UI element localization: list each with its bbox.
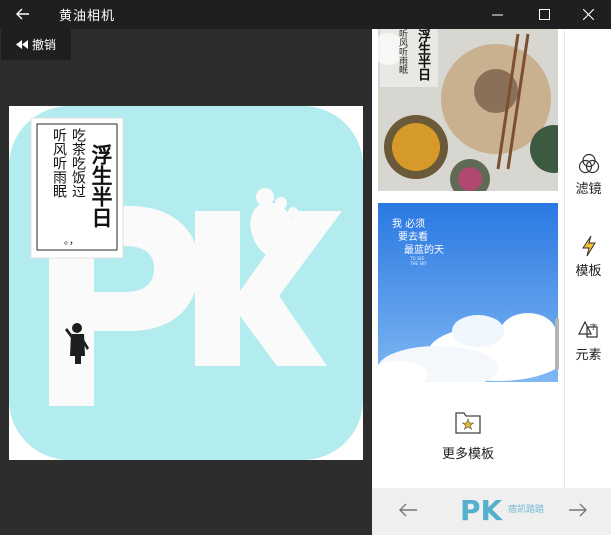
template-card-sky[interactable]: 我 必须 要去看 最蓝的天 TO SEE THE SKY (378, 203, 558, 382)
close-button[interactable] (565, 0, 611, 29)
shapes-icon: 字 (577, 320, 598, 338)
calligraphy-title: 浮生半日 (89, 144, 114, 228)
bottom-nav: PK 痞凯踏踏 (372, 488, 611, 535)
tool-elements-label: 元素 (575, 348, 602, 363)
more-templates-label: 更多模板 (441, 447, 494, 462)
back-arrow-icon (16, 8, 29, 20)
poem-column-2: 听风听雨眠 (51, 128, 67, 198)
scrollbar-thumb[interactable] (555, 318, 559, 370)
tool-elements[interactable]: 字 元素 (565, 319, 611, 363)
close-icon (582, 9, 594, 20)
folder-star-icon (455, 412, 481, 434)
maximize-button[interactable] (521, 0, 567, 29)
tool-filter-label: 滤镜 (575, 182, 602, 197)
svg-text:字: 字 (590, 322, 597, 331)
lightning-icon (581, 235, 596, 257)
edit-canvas[interactable]: 吃茶吃饭过 听风听雨眠 浮生半日 。， (9, 106, 363, 460)
back-button[interactable] (8, 2, 38, 26)
undo-label: 撤销 (31, 38, 56, 52)
food-card-poem: 听风听雨眠 (397, 29, 407, 74)
minimize-button[interactable] (474, 0, 520, 29)
watermark-brand: PK (460, 494, 503, 527)
title-bar: 黄油相机 (0, 0, 611, 29)
arrow-right-icon (569, 503, 587, 517)
window-title: 黄油相机 (59, 9, 116, 24)
minimize-icon (491, 14, 503, 16)
filter-circles-icon (578, 153, 599, 174)
rewind-icon (15, 40, 28, 49)
side-toolbar: 滤镜 模板 字 元素 (564, 29, 611, 488)
template-card-food[interactable]: 浮生半日 听风听雨眠 (378, 29, 558, 191)
poem-column-1: 吃茶吃饭过 (70, 128, 86, 198)
tool-filter[interactable]: 滤镜 (565, 153, 611, 197)
tool-template-label: 模板 (575, 264, 602, 279)
app-window: 黄油相机 撤销 吃茶吃饭过 听风听雨眠 浮生半日 。， 浮生半日 听风听雨眠 我… (0, 0, 611, 535)
sky-card-line-3: 最蓝的天 (404, 245, 444, 256)
template-panel[interactable]: 浮生半日 听风听雨眠 我 必须 要去看 最蓝的天 TO SEE THE SKY … (372, 29, 564, 488)
sky-card-small-text: TO SEE THE SKY (410, 256, 427, 266)
tool-template[interactable]: 模板 (565, 235, 611, 279)
watermark-site: 痞凯踏踏 (508, 505, 545, 515)
watermark-logo: PK 痞凯踏踏 (460, 494, 550, 530)
arrow-left-icon (399, 503, 417, 517)
food-card-title: 浮生半日 (415, 29, 430, 81)
poem-footer-mark: 。， (64, 236, 79, 247)
more-templates-button[interactable]: 更多模板 (372, 409, 564, 488)
undo-button[interactable]: 撤销 (1, 29, 71, 60)
next-button[interactable] (568, 498, 588, 522)
maximize-icon (538, 9, 550, 20)
prev-button[interactable] (398, 498, 418, 522)
